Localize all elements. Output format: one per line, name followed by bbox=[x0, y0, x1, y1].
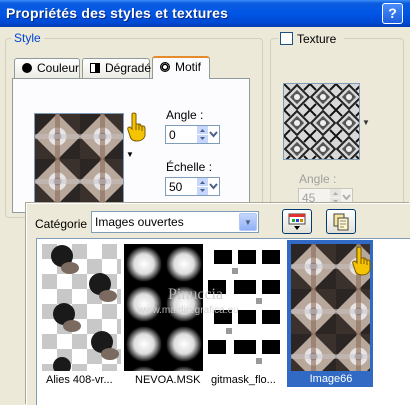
category-label: Catégorie : bbox=[35, 217, 94, 231]
thumbnail-label: NEVOA.MSK bbox=[135, 374, 201, 386]
texture-angle-label: Angle : bbox=[299, 172, 337, 186]
tab-couleur[interactable]: Couleur bbox=[14, 58, 80, 78]
copy-button[interactable] bbox=[326, 209, 356, 234]
pattern-swatch[interactable] bbox=[34, 113, 124, 203]
scale-label: Échelle : bbox=[166, 160, 213, 174]
gradient-icon bbox=[90, 63, 100, 73]
category-value: Images ouvertes bbox=[95, 215, 184, 229]
texture-dropdown-arrow-icon[interactable]: ▼ bbox=[362, 118, 370, 127]
angle-value: 0 bbox=[169, 128, 176, 142]
copy-icon bbox=[333, 213, 349, 231]
view-mode-icon bbox=[288, 213, 306, 230]
tab-couleur-label: Couleur bbox=[37, 61, 80, 75]
hand-cursor-icon bbox=[125, 112, 147, 145]
view-mode-button[interactable] bbox=[282, 209, 312, 234]
thumbnail-label: gitmask_flo... bbox=[211, 374, 276, 386]
category-dropdown-arrow-icon[interactable]: ▼ bbox=[239, 213, 257, 231]
tab-degrade-label: Dégradé bbox=[105, 61, 152, 75]
tab-motif-label: Motif bbox=[175, 60, 202, 74]
tab-degrade[interactable]: Dégradé bbox=[82, 58, 152, 78]
window-title: Propriétés des styles et textures bbox=[6, 5, 229, 21]
texture-label: Texture bbox=[297, 32, 337, 46]
tab-motif[interactable]: Motif bbox=[152, 56, 210, 79]
thumbnail-image[interactable] bbox=[42, 244, 121, 371]
angle-label: Angle : bbox=[166, 108, 204, 122]
angle-spinner[interactable]: 0 bbox=[165, 125, 220, 144]
swatch-dropdown-arrow-icon[interactable]: ▼ bbox=[126, 150, 134, 159]
help-button[interactable]: ? bbox=[382, 3, 403, 24]
hand-cursor-icon bbox=[350, 246, 372, 279]
texture-swatch[interactable] bbox=[283, 83, 360, 160]
scale-value: 50 bbox=[169, 180, 183, 194]
thumbnail-label: Alies 408-vr... bbox=[46, 374, 113, 386]
pattern-icon bbox=[160, 62, 170, 72]
thumbnail-label-selected: Image66 bbox=[289, 372, 373, 387]
style-group-legend: Style bbox=[11, 31, 44, 45]
watermark-url: www.maidiregrafica.eu bbox=[138, 305, 239, 316]
texture-checkbox[interactable] bbox=[280, 32, 293, 45]
color-dot-icon bbox=[22, 63, 32, 73]
scale-spinner[interactable]: 50 bbox=[165, 177, 220, 196]
watermark-text: Pinuccia bbox=[168, 286, 224, 303]
